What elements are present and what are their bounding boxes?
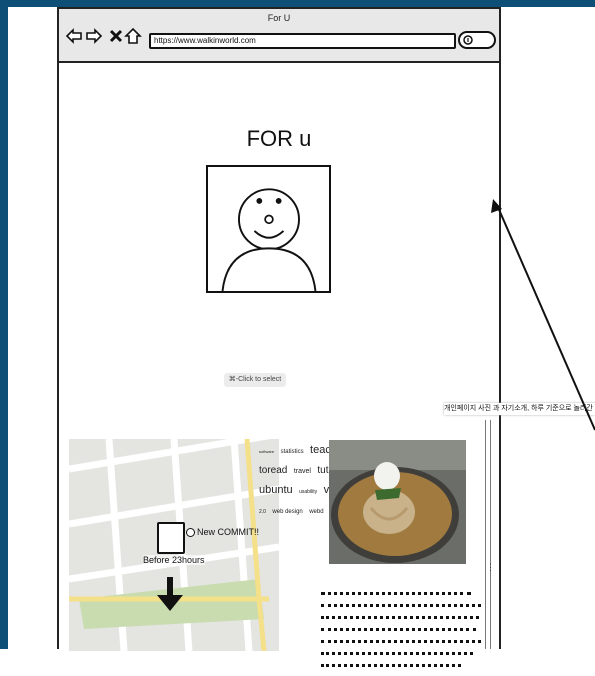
- tag-item[interactable]: statistics: [281, 449, 304, 455]
- search-button[interactable]: [458, 31, 496, 49]
- down-arrow-icon: [157, 577, 183, 611]
- click-to-select-hint: ⌘-Click to select: [224, 373, 286, 387]
- back-arrow-icon[interactable]: [65, 27, 83, 45]
- address-bar[interactable]: https://www.walkinworld.com: [149, 33, 456, 49]
- splitter-line: [485, 420, 486, 649]
- time-label: Before 23hours: [143, 555, 205, 565]
- browser-chrome: For U https://www.walkinworld.com: [59, 9, 499, 63]
- tag-item[interactable]: travel: [294, 468, 311, 475]
- commit-marker[interactable]: [157, 522, 185, 554]
- search-icon: [463, 35, 473, 45]
- tag-item[interactable]: web design: [272, 509, 302, 515]
- profile-picture[interactable]: [206, 165, 331, 293]
- splitter-line: [490, 420, 491, 649]
- home-icon[interactable]: [124, 27, 142, 45]
- commit-label: New COMMIT!!: [186, 527, 259, 538]
- window-title: For U: [267, 13, 291, 23]
- radio-circle-icon: [186, 528, 195, 538]
- resize-handle[interactable]: ⋮: [486, 563, 495, 577]
- tag-item[interactable]: ubuntu: [259, 484, 293, 496]
- commit-text: New COMMIT!!: [197, 527, 259, 537]
- map-widget[interactable]: New COMMIT!! Before 23hours: [69, 439, 279, 651]
- annotation-tooltip: 개인페이지 사진 과 자기소개, 하루 기준으로 놀러간: [444, 403, 595, 415]
- text-placeholder: [321, 587, 481, 676]
- tag-item[interactable]: software: [259, 449, 274, 454]
- tag-item[interactable]: webd: [309, 509, 323, 515]
- tag-item[interactable]: toread: [259, 465, 287, 476]
- food-photo[interactable]: [329, 440, 466, 564]
- page-title: FOR u: [246, 126, 312, 151]
- browser-window: For U https://www.walkinworld.com FOR u: [57, 7, 501, 667]
- forward-arrow-icon[interactable]: [85, 27, 103, 45]
- left-border: [0, 0, 8, 649]
- close-icon[interactable]: [107, 27, 125, 45]
- tag-item[interactable]: usability: [299, 489, 317, 495]
- top-border: [0, 0, 595, 7]
